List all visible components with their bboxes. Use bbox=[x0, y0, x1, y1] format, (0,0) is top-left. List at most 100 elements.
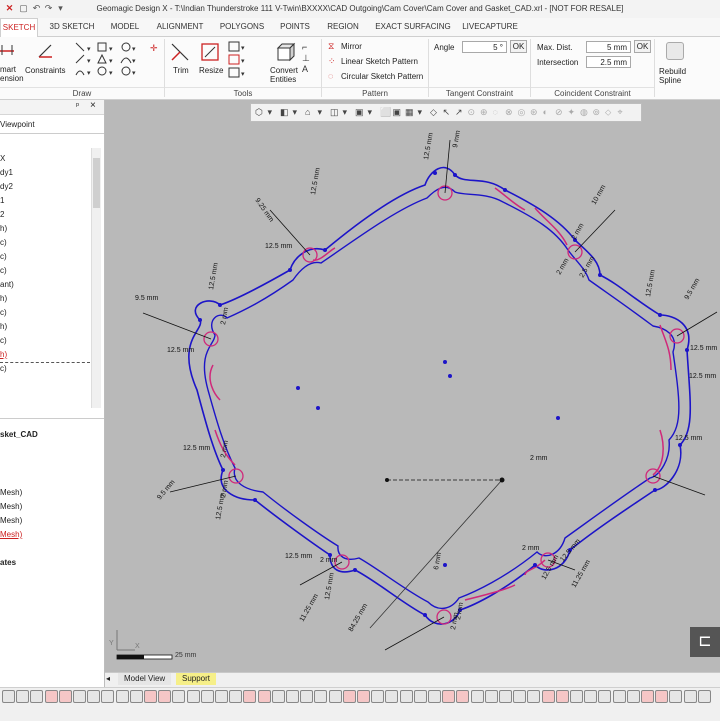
display-toolbar-icon[interactable] bbox=[342, 690, 356, 703]
display-toolbar-icon[interactable] bbox=[641, 690, 654, 703]
view-tool-icon[interactable]: ◐ bbox=[543, 106, 555, 118]
resize-label[interactable]: Resize bbox=[199, 66, 223, 75]
display-toolbar-icon[interactable] bbox=[527, 690, 541, 703]
tree-item[interactable]: c) bbox=[0, 236, 7, 249]
tab-alignment[interactable]: ALIGNMENT bbox=[152, 18, 208, 36]
3d-viewport[interactable]: 9 mm 12.5 mm 12.5 mm 9.25 mm 12.5 mm 12.5 mm 2… bbox=[105, 100, 720, 672]
display-toolbar-icon[interactable] bbox=[513, 690, 527, 703]
display-toolbar-icon[interactable] bbox=[115, 690, 129, 703]
smart-dimension-icon[interactable] bbox=[0, 41, 16, 59]
dimension-label[interactable]: 9.25 mm bbox=[253, 197, 274, 223]
display-toolbar-icon[interactable] bbox=[243, 690, 257, 703]
display-toolbar-icon[interactable] bbox=[598, 690, 612, 703]
dimension-label[interactable]: 12.5 mm bbox=[183, 445, 210, 452]
mirror-button[interactable]: Mirror bbox=[341, 42, 362, 51]
display-toolbar-icon[interactable] bbox=[484, 690, 498, 703]
tree-item[interactable]: dy1 bbox=[0, 166, 13, 179]
dimension-label[interactable]: 11.25 mm bbox=[571, 559, 592, 589]
tab-region[interactable]: REGION bbox=[322, 18, 364, 36]
dimension-label[interactable]: 2 mm bbox=[522, 545, 540, 552]
tab-scroll-left-icon[interactable]: ◂ bbox=[106, 674, 110, 683]
circular-pattern-icon[interactable]: ◌ bbox=[328, 71, 333, 81]
view-tool-icon[interactable]: ⬜ bbox=[380, 106, 392, 118]
display-toolbar-icon[interactable] bbox=[385, 690, 399, 703]
model-view-tab[interactable]: Model View bbox=[118, 673, 172, 685]
view-tool-icon[interactable]: ✦ bbox=[568, 106, 580, 118]
tree-item[interactable]: c) bbox=[0, 334, 7, 347]
tab-model[interactable]: MODEL bbox=[104, 18, 146, 36]
display-toolbar-icon[interactable] bbox=[612, 690, 626, 703]
smart-dimension-label-1[interactable]: mart bbox=[0, 65, 16, 74]
display-toolbar-icon[interactable] bbox=[399, 690, 413, 703]
dimension-label[interactable]: 2 mm bbox=[530, 455, 548, 462]
dimension-label[interactable]: 2 mm bbox=[556, 257, 571, 276]
resource-tree-item[interactable]: Mesh) bbox=[0, 514, 22, 527]
display-toolbar-icon[interactable] bbox=[655, 690, 669, 703]
convert-label-1[interactable]: Convert bbox=[270, 66, 298, 75]
max-dist-input[interactable]: 5 mm bbox=[586, 41, 631, 53]
view-tool-icon[interactable]: ◎ bbox=[518, 106, 530, 118]
tab-livecapture[interactable]: LIVECAPTURE bbox=[460, 18, 520, 36]
resource-tree-item[interactable]: Mesh) bbox=[0, 486, 22, 499]
display-toolbar-icon[interactable] bbox=[683, 690, 697, 703]
display-toolbar-icon[interactable] bbox=[328, 690, 342, 703]
resize-icon[interactable] bbox=[200, 42, 222, 62]
convert-entities-icon[interactable] bbox=[276, 42, 296, 62]
tree-item[interactable]: h) bbox=[0, 348, 7, 361]
constraints-label[interactable]: Constraints bbox=[25, 66, 65, 75]
mirror-icon[interactable]: ⧖ bbox=[328, 41, 334, 52]
tree-item[interactable]: ant) bbox=[0, 278, 14, 291]
dimension-label[interactable]: 12.5 mm bbox=[423, 132, 435, 160]
display-toolbar-icon[interactable] bbox=[172, 690, 186, 703]
view-tool-icon[interactable]: ⊕ bbox=[480, 106, 492, 118]
dimension-label[interactable]: 12.5 mm bbox=[324, 572, 336, 600]
tree-item[interactable]: 1 bbox=[0, 194, 4, 207]
dimension-label[interactable]: 12.5 mm bbox=[559, 538, 582, 563]
viewpoint-section-title[interactable]: Viewpoint bbox=[0, 120, 35, 129]
display-toolbar-icon[interactable] bbox=[257, 690, 271, 703]
dimension-label[interactable]: 6 mm bbox=[433, 552, 443, 571]
trim-icon[interactable] bbox=[170, 42, 192, 62]
dimension-label[interactable]: 12.5 mm bbox=[690, 345, 717, 352]
view-tool-icon[interactable]: ▣ bbox=[355, 106, 367, 118]
display-toolbar-icon[interactable] bbox=[300, 690, 314, 703]
resource-tree-item[interactable]: ates bbox=[0, 556, 16, 569]
view-tool-icon[interactable]: ▾ bbox=[318, 106, 330, 118]
view-tool-icon[interactable]: ◍ bbox=[580, 106, 592, 118]
view-tool-icon[interactable]: ⌂ bbox=[305, 106, 317, 118]
tab-3d-sketch[interactable]: 3D SKETCH bbox=[44, 18, 100, 36]
dimension-label[interactable]: 2 mm bbox=[220, 307, 230, 326]
display-toolbar-icon[interactable] bbox=[30, 690, 44, 703]
display-toolbar-icon[interactable] bbox=[87, 690, 101, 703]
view-tool-icon[interactable]: ◫ bbox=[330, 106, 342, 118]
inner-profile-curve[interactable] bbox=[203, 186, 680, 609]
linear-pattern-icon[interactable]: ⁘ bbox=[328, 56, 336, 67]
display-toolbar-icon[interactable] bbox=[200, 690, 214, 703]
tab-exact-surfacing[interactable]: EXACT SURFACING bbox=[372, 18, 454, 36]
dimension-label[interactable]: 12.5 mm bbox=[675, 435, 702, 442]
view-tool-icon[interactable]: ▾ bbox=[293, 106, 305, 118]
dimension-label[interactable]: 12.5 mm bbox=[689, 373, 716, 380]
display-toolbar-icon[interactable] bbox=[570, 690, 583, 703]
dimension-label[interactable]: 9 mm bbox=[452, 130, 462, 149]
tree-item[interactable]: 2 bbox=[0, 208, 4, 221]
view-tool-icon[interactable]: ▾ bbox=[268, 106, 280, 118]
display-toolbar-icon[interactable] bbox=[158, 690, 172, 703]
boss-holes[interactable] bbox=[203, 185, 685, 625]
view-tool-icon[interactable]: ◧ bbox=[280, 106, 292, 118]
display-toolbar-icon[interactable] bbox=[357, 690, 370, 703]
view-tool-icon[interactable]: ▾ bbox=[418, 106, 430, 118]
display-toolbar-icon[interactable] bbox=[73, 690, 86, 703]
view-tool-icon[interactable]: ▣ bbox=[393, 106, 405, 118]
resource-tree-item[interactable]: Mesh) bbox=[0, 500, 22, 513]
resource-tree-item[interactable]: sket_CAD bbox=[0, 428, 38, 441]
display-toolbar-icon[interactable] bbox=[229, 690, 243, 703]
dimension-label[interactable]: 10 mm bbox=[591, 184, 608, 206]
tools-small-grid[interactable]: ▾ ▾ ▾ bbox=[228, 41, 262, 85]
viewcube-icon[interactable]: ⊏ bbox=[690, 627, 720, 657]
dimension-label[interactable]: 11.25 mm bbox=[299, 593, 320, 623]
display-toolbar-icon[interactable] bbox=[186, 690, 200, 703]
view-tool-icon[interactable]: ↖ bbox=[443, 106, 455, 118]
resource-tree-item[interactable]: Mesh) bbox=[0, 528, 22, 541]
display-toolbar-icon[interactable] bbox=[541, 690, 555, 703]
